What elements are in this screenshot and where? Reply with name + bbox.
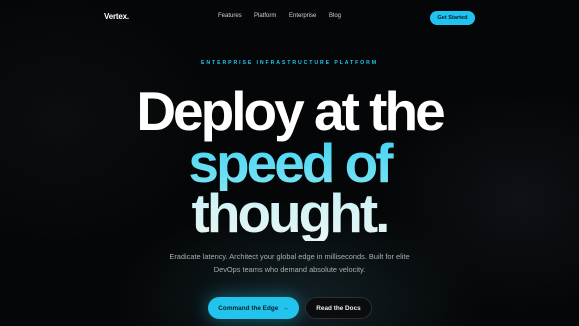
hero-subtitle: Eradicate latency. Architect your global… bbox=[0, 251, 579, 276]
hero-subtitle-line2: DevOps teams who demand absolute velocit… bbox=[213, 264, 366, 274]
read-the-docs-button[interactable]: Read the Docs bbox=[305, 297, 372, 319]
landing-page: Vertex. Features Platform Enterprise Blo… bbox=[0, 0, 579, 326]
nav-link-enterprise[interactable]: Enterprise bbox=[289, 13, 316, 19]
hero-eyebrow: ENTERPRISE INFRASTRUCTURE PLATFORM bbox=[201, 60, 378, 66]
get-started-button[interactable]: Get Started bbox=[430, 11, 475, 25]
nav-link-features[interactable]: Features bbox=[218, 13, 242, 19]
arrow-right-icon: → bbox=[282, 304, 289, 312]
nav-link-blog[interactable]: Blog bbox=[329, 13, 341, 19]
command-the-edge-button[interactable]: Command the Edge → bbox=[208, 297, 299, 319]
hero-headline-line1: Deploy at the bbox=[136, 80, 445, 142]
nav-link-platform[interactable]: Platform bbox=[254, 13, 276, 19]
top-nav: Vertex. Features Platform Enterprise Blo… bbox=[0, 0, 579, 36]
hero-subtitle-line1: Eradicate latency. Architect your global… bbox=[169, 252, 410, 261]
brand-logo[interactable]: Vertex. bbox=[104, 12, 129, 21]
hero-headline-line3: thought. bbox=[0, 186, 579, 241]
primary-cta-label: Command the Edge bbox=[218, 304, 279, 312]
